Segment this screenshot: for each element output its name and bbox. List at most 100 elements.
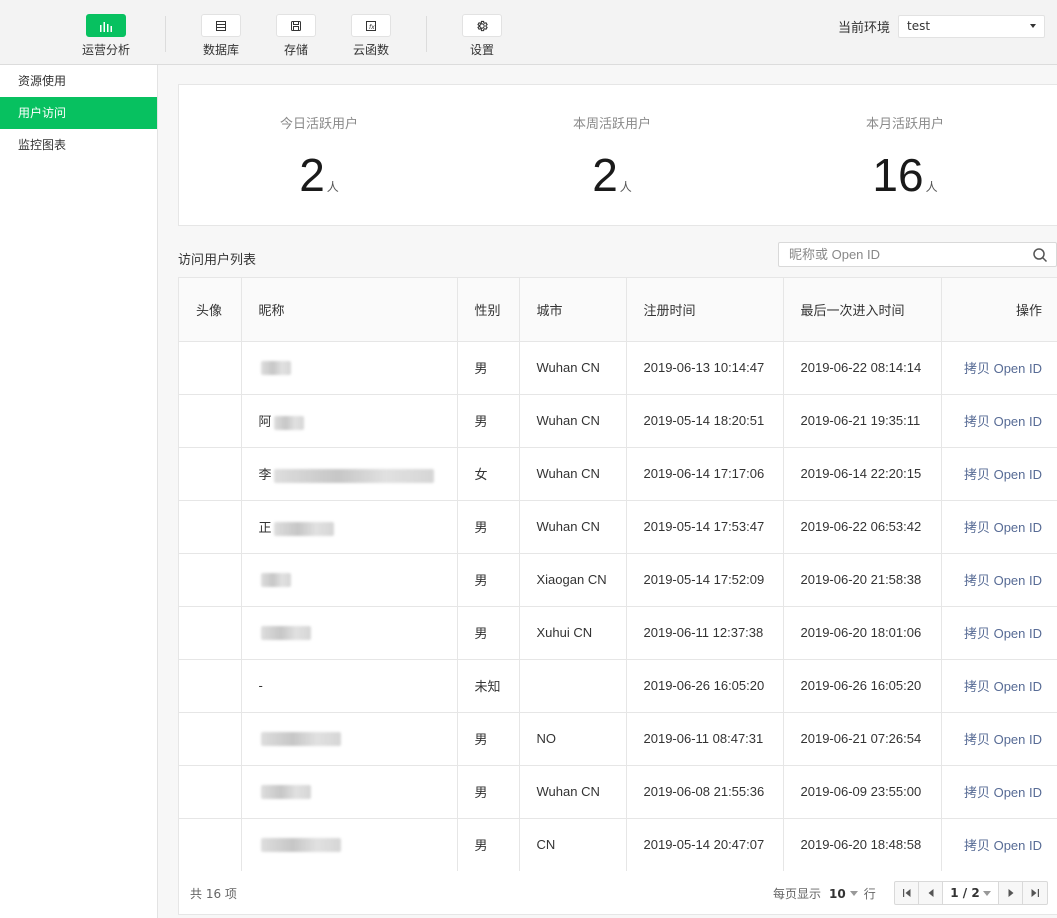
nickname-cell bbox=[241, 712, 458, 766]
nickname-cell bbox=[241, 818, 458, 872]
avatar-cell bbox=[179, 447, 242, 501]
actions-cell: 拷贝 Open ID bbox=[941, 818, 1057, 872]
last-visit-time-cell: 2019-06-20 18:48:58 bbox=[783, 818, 942, 872]
page-size-value: 10 bbox=[829, 886, 846, 901]
actions-cell: 拷贝 Open ID bbox=[941, 712, 1057, 766]
copy-openid-link[interactable]: 拷贝 Open ID bbox=[964, 361, 1042, 376]
last-visit-time-cell: 2019-06-22 08:14:14 bbox=[783, 341, 942, 395]
prev-page-button[interactable] bbox=[919, 882, 943, 904]
tab-label: 运营分析 bbox=[81, 43, 130, 57]
page-size-selector[interactable]: 每页显示 10 行 bbox=[773, 885, 876, 902]
copy-openid-link[interactable]: 拷贝 Open ID bbox=[964, 732, 1042, 747]
chevron-down-icon bbox=[1030, 24, 1037, 28]
last-visit-time-cell: 2019-06-20 18:01:06 bbox=[783, 606, 942, 660]
city-cell: Wuhan CN bbox=[519, 765, 627, 819]
actions-cell: 拷贝 Open ID bbox=[941, 447, 1057, 501]
copy-openid-link[interactable]: 拷贝 Open ID bbox=[964, 414, 1042, 429]
registered-time-cell: 2019-06-26 16:05:20 bbox=[626, 659, 784, 713]
stat-unit: 人 bbox=[925, 180, 938, 194]
gender-cell: 女 bbox=[457, 447, 520, 501]
avatar-cell bbox=[179, 553, 242, 607]
city-cell bbox=[519, 659, 627, 713]
table-row: 男 Wuhan CN 2019-06-08 21:55:36 2019-06-09 2… bbox=[179, 765, 1057, 819]
nickname-text: 正 bbox=[258, 520, 272, 535]
stat-label: 本月活跃用户 bbox=[865, 117, 944, 132]
registered-time-cell: 2019-05-14 17:53:47 bbox=[626, 500, 784, 554]
next-page-button[interactable] bbox=[999, 882, 1023, 904]
table-row: 正 男 Wuhan CN 2019-05-14 17:53:47 2019-06-22 … bbox=[179, 500, 1057, 554]
sidebar-item-monitoring-charts[interactable]: 监控图表 bbox=[0, 129, 157, 161]
sidebar-item-user-access[interactable]: 用户访问 bbox=[0, 97, 157, 129]
database-icon bbox=[201, 14, 241, 37]
total-count: 共 16 项 bbox=[190, 887, 237, 901]
svg-text:fx: fx bbox=[369, 24, 375, 31]
gender-cell: 男 bbox=[457, 818, 520, 872]
tab-operations-analysis[interactable]: 运营分析 bbox=[76, 14, 136, 58]
tab-cloud-functions[interactable]: fx 云函数 bbox=[341, 14, 401, 58]
copy-openid-link[interactable]: 拷贝 Open ID bbox=[964, 838, 1042, 853]
copy-openid-link[interactable]: 拷贝 Open ID bbox=[964, 467, 1042, 482]
city-cell: Xiaogan CN bbox=[519, 553, 627, 607]
copy-openid-link[interactable]: 拷贝 Open ID bbox=[964, 679, 1042, 694]
chevron-down-icon bbox=[849, 891, 858, 896]
redacted-nickname bbox=[260, 732, 341, 747]
tab-label: 设置 bbox=[469, 43, 494, 57]
gender-cell: 男 bbox=[457, 606, 520, 660]
toolbar-divider bbox=[426, 16, 427, 52]
copy-openid-link[interactable]: 拷贝 Open ID bbox=[964, 573, 1042, 588]
copy-openid-link[interactable]: 拷贝 Open ID bbox=[964, 520, 1042, 535]
sidebar-item-resource-usage[interactable]: 资源使用 bbox=[0, 65, 157, 97]
city-cell: Wuhan CN bbox=[519, 341, 627, 395]
table-row: - 未知 2019-06-26 16:05:20 2019-06-26 16:05:2… bbox=[179, 659, 1057, 713]
nickname-cell bbox=[241, 341, 458, 395]
chevron-left-icon bbox=[928, 889, 933, 897]
avatar-cell bbox=[179, 765, 242, 819]
table-row: 男 Wuhan CN 2019-06-13 10:14:47 2019-06-22 0… bbox=[179, 341, 1057, 395]
copy-openid-link[interactable]: 拷贝 Open ID bbox=[964, 626, 1042, 641]
environment-dropdown[interactable]: test bbox=[898, 15, 1046, 38]
chevron-right-icon bbox=[1008, 889, 1013, 897]
tab-storage[interactable]: 存储 bbox=[266, 14, 326, 58]
actions-cell: 拷贝 Open ID bbox=[941, 659, 1057, 713]
first-page-icon bbox=[902, 889, 910, 897]
column-header-actions: 操作 bbox=[941, 278, 1057, 342]
registered-time-cell: 2019-06-14 17:17:06 bbox=[626, 447, 784, 501]
last-visit-time-cell: 2019-06-21 07:26:54 bbox=[783, 712, 942, 766]
function-icon: fx bbox=[351, 14, 391, 37]
stat-unit: 人 bbox=[326, 180, 339, 194]
last-visit-time-cell: 2019-06-21 19:35:11 bbox=[783, 394, 942, 448]
page-size-unit: 行 bbox=[863, 887, 876, 901]
active-users-stats: 今日活跃用户 2人 本周活跃用户 2人 本月活跃用户 16 人 bbox=[178, 84, 1057, 226]
actions-cell: 拷贝 Open ID bbox=[941, 553, 1057, 607]
gender-cell: 未知 bbox=[457, 659, 520, 713]
actions-cell: 拷贝 Open ID bbox=[941, 500, 1057, 554]
registered-time-cell: 2019-05-14 17:52:09 bbox=[626, 553, 784, 607]
page-indicator-dropdown[interactable]: 1 / 2 bbox=[943, 882, 999, 904]
tab-settings[interactable]: 设置 bbox=[452, 14, 512, 58]
tab-label: 云函数 bbox=[352, 43, 389, 57]
search-input[interactable] bbox=[779, 243, 1019, 266]
last-page-button[interactable] bbox=[1023, 882, 1047, 904]
user-table: 头像 昵称 性别 城市 注册时间 最后一次进入时间 操作 男 Wuhan CN 20… bbox=[178, 277, 1057, 873]
stat-today: 今日活跃用户 2人 bbox=[219, 85, 419, 202]
avatar-cell bbox=[179, 818, 242, 872]
registered-time-cell: 2019-06-13 10:14:47 bbox=[626, 341, 784, 395]
avatar-cell bbox=[179, 500, 242, 554]
redacted-nickname bbox=[260, 361, 291, 376]
search-icon[interactable] bbox=[1032, 247, 1048, 263]
city-cell: Wuhan CN bbox=[519, 394, 627, 448]
column-header-city: 城市 bbox=[519, 278, 627, 342]
registered-time-cell: 2019-06-11 08:47:31 bbox=[626, 712, 784, 766]
first-page-button[interactable] bbox=[895, 882, 919, 904]
page-size-label: 每页显示 bbox=[773, 887, 822, 901]
registered-time-cell: 2019-05-14 18:20:51 bbox=[626, 394, 784, 448]
tab-database[interactable]: 数据库 bbox=[191, 14, 251, 58]
chevron-down-icon bbox=[982, 890, 991, 896]
copy-openid-link[interactable]: 拷贝 Open ID bbox=[964, 785, 1042, 800]
stat-value: 16 bbox=[872, 149, 924, 201]
pagination: 1 / 2 bbox=[894, 881, 1048, 905]
column-header-last-visit: 最后一次进入时间 bbox=[783, 278, 942, 342]
redacted-nickname bbox=[273, 468, 434, 483]
tab-label: 数据库 bbox=[202, 43, 239, 57]
city-cell: Wuhan CN bbox=[519, 447, 627, 501]
